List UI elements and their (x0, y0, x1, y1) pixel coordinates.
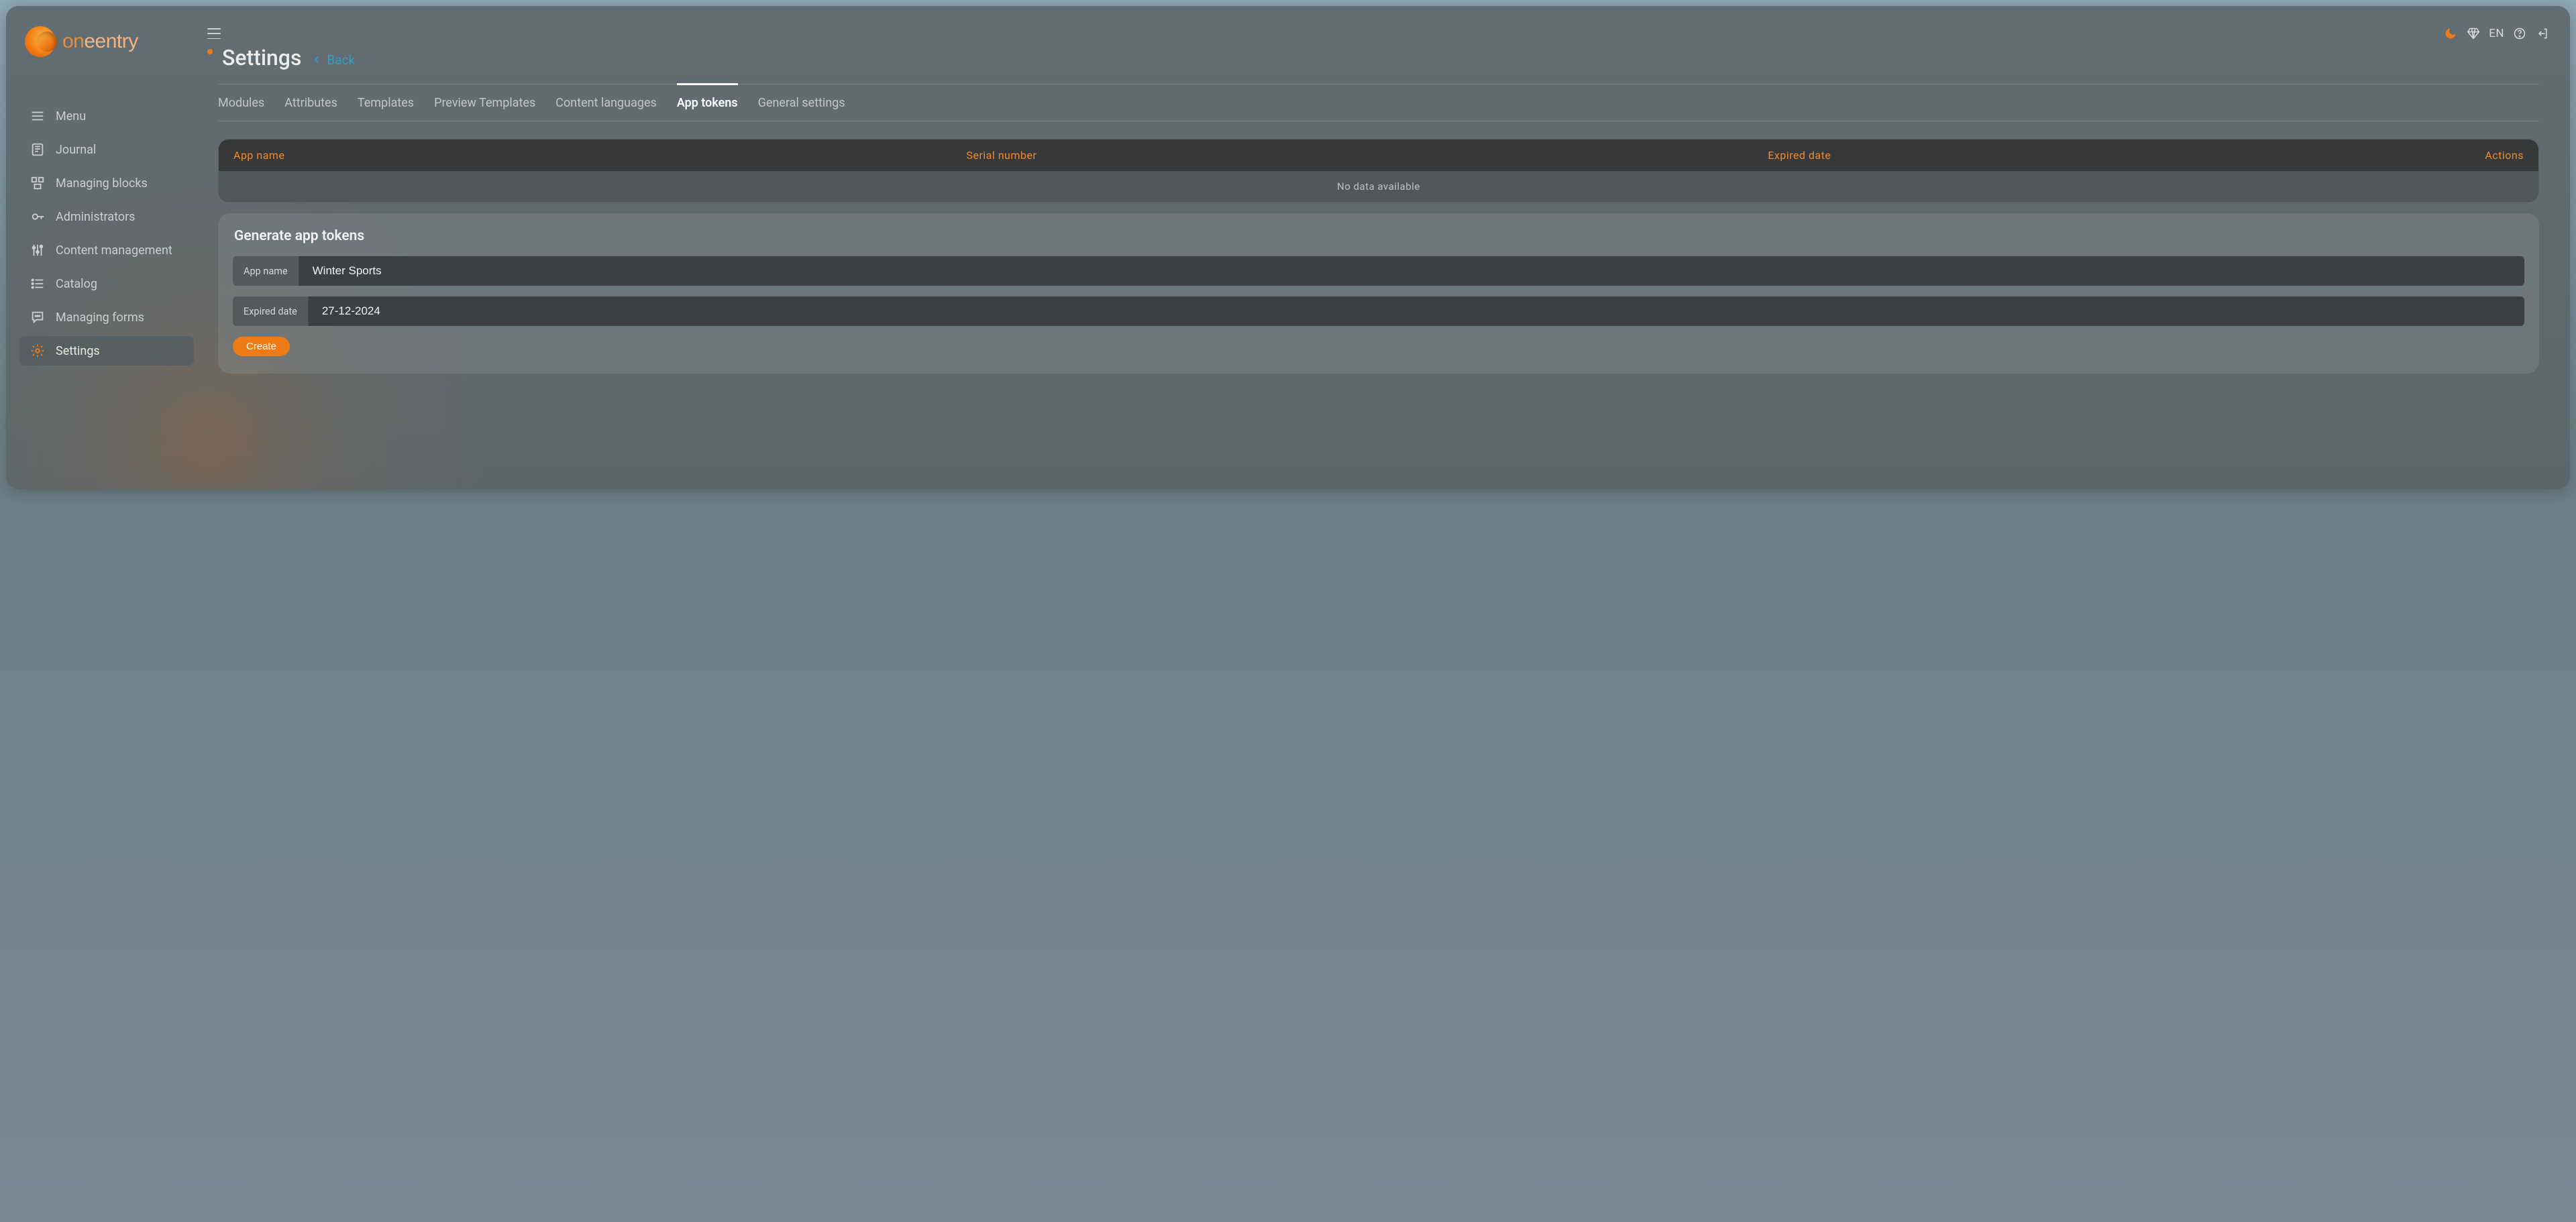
sidebar-item-menu[interactable]: Menu (19, 101, 194, 131)
tab-preview-templates[interactable]: Preview Templates (434, 83, 535, 121)
sidebar-item-label: Catalog (56, 277, 97, 291)
sidebar-toggle-button[interactable] (207, 28, 221, 39)
sidebar-item-label: Content management (56, 243, 172, 258)
language-switch[interactable]: EN (2489, 27, 2504, 40)
menu-icon (30, 109, 45, 123)
sidebar-item-managing-blocks[interactable]: Managing blocks (19, 168, 194, 198)
topbar-icons: EN (2443, 26, 2550, 41)
diamond-icon[interactable] (2466, 26, 2481, 41)
logout-icon[interactable] (2535, 26, 2550, 41)
blocks-icon (30, 176, 45, 190)
theme-toggle-icon[interactable] (2443, 26, 2458, 41)
page-header: Settings Back (207, 45, 2550, 70)
journal-icon (30, 142, 45, 157)
sidebar: oneentry Menu Journal Managing blocks (6, 6, 207, 489)
list-icon (30, 276, 45, 291)
brand-logo[interactable]: oneentry (19, 26, 194, 57)
table-empty-message: No data available (219, 171, 2538, 202)
column-app-name: App name (233, 149, 966, 162)
expired-date-label: Expired date (233, 296, 309, 326)
sidebar-item-label: Journal (56, 143, 96, 157)
sidebar-item-journal[interactable]: Journal (19, 135, 194, 164)
sliders-icon (30, 243, 45, 258)
settings-tabs: Modules Attributes Templates Preview Tem… (218, 84, 2539, 121)
sidebar-item-label: Menu (56, 109, 86, 123)
app-name-label: App name (233, 256, 299, 286)
topbar: EN (207, 26, 2550, 41)
sidebar-item-settings[interactable]: Settings (19, 336, 194, 366)
column-expired-date: Expired date (1768, 149, 2485, 162)
tokens-table: App name Serial number Expired date Acti… (218, 139, 2539, 203)
sidebar-item-administrators[interactable]: Administrators (19, 202, 194, 231)
tab-app-tokens[interactable]: App tokens (677, 83, 738, 121)
create-button[interactable]: Create (233, 337, 290, 356)
tab-templates[interactable]: Templates (358, 83, 414, 121)
back-link[interactable]: Back (311, 52, 355, 68)
column-serial-number: Serial number (966, 149, 1768, 162)
page-title: Settings (222, 45, 301, 70)
gear-icon (30, 343, 45, 358)
tokens-table-header: App name Serial number Expired date Acti… (219, 140, 2538, 171)
sidebar-item-label: Administrators (56, 210, 135, 224)
expired-date-field: Expired date (233, 296, 2524, 326)
generate-token-panel: Generate app tokens App name Expired dat… (218, 213, 2539, 374)
page-indicator-dot (207, 49, 213, 54)
tab-modules[interactable]: Modules (218, 83, 264, 121)
sidebar-item-catalog[interactable]: Catalog (19, 269, 194, 298)
chat-icon (30, 310, 45, 325)
brand-logo-text: oneentry (62, 30, 138, 53)
main-content: EN Settings Back Modules Attributes Temp… (207, 6, 2570, 489)
sidebar-item-managing-forms[interactable]: Managing forms (19, 302, 194, 332)
app-name-input[interactable] (299, 256, 2524, 286)
tab-attributes[interactable]: Attributes (284, 83, 337, 121)
sidebar-item-label: Settings (56, 344, 100, 358)
column-actions: Actions (2485, 149, 2524, 162)
tab-general-settings[interactable]: General settings (758, 83, 845, 121)
panel-title: Generate app tokens (234, 228, 2524, 244)
sidebar-item-label: Managing forms (56, 311, 144, 325)
key-icon (30, 209, 45, 224)
app-window: oneentry Menu Journal Managing blocks (6, 6, 2570, 489)
sidebar-item-label: Managing blocks (56, 176, 148, 190)
sidebar-item-content-management[interactable]: Content management (19, 235, 194, 265)
app-name-field: App name (233, 256, 2524, 286)
help-icon[interactable] (2512, 26, 2527, 41)
back-link-label: Back (327, 52, 355, 68)
tab-content-languages[interactable]: Content languages (555, 83, 657, 121)
brand-logo-icon (25, 26, 56, 57)
expired-date-input[interactable] (309, 296, 2524, 326)
